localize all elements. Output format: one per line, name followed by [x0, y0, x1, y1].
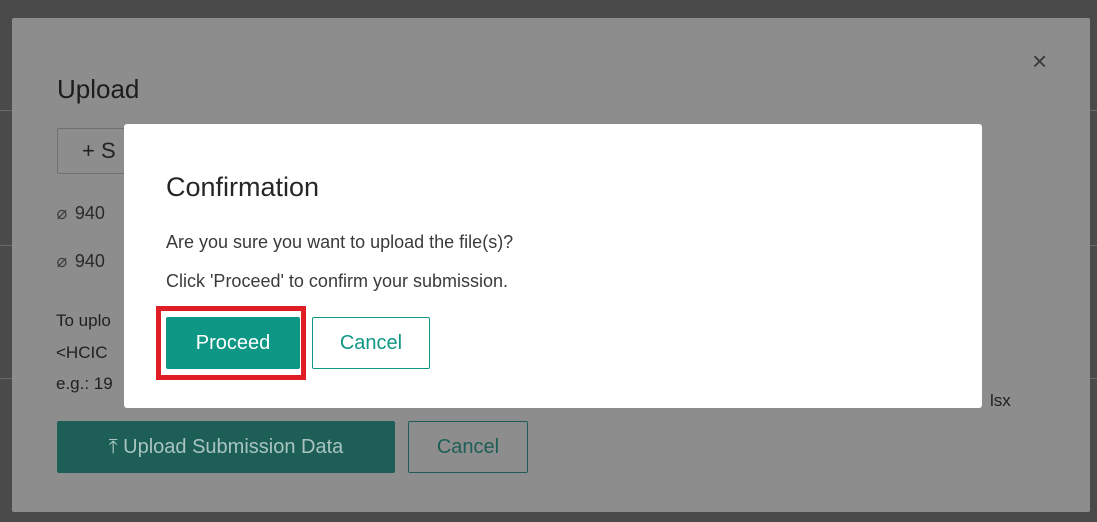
hint-text-tail: lsx: [990, 391, 1011, 410]
file-item: ⌀ 940: [56, 251, 105, 272]
hint-text: To uplo: [56, 311, 111, 330]
upload-cancel-button[interactable]: Cancel: [408, 421, 528, 473]
proceed-button[interactable]: Proceed: [166, 317, 300, 369]
confirmation-dialog: Confirmation Are you sure you want to up…: [124, 124, 982, 408]
cancel-button[interactable]: Cancel: [312, 317, 430, 369]
file-name: 940: [74, 203, 105, 223]
paperclip-icon: ⌀: [56, 251, 67, 271]
file-name: 940: [74, 251, 105, 271]
upload-submission-button[interactable]: ⤒ Upload Submission Data: [57, 421, 395, 473]
confirmation-message: Are you sure you want to upload the file…: [166, 232, 514, 252]
hint-text: <HCIC: [56, 343, 108, 362]
paperclip-icon: ⌀: [56, 203, 67, 223]
file-item: ⌀ 940: [56, 203, 105, 224]
confirmation-title: Confirmation: [166, 172, 320, 202]
upload-title: Upload: [57, 74, 140, 104]
hint-text: e.g.: 19: [56, 374, 113, 393]
close-icon[interactable]: ×: [1032, 48, 1047, 74]
confirmation-instruction: Click 'Proceed' to confirm your submissi…: [166, 271, 508, 291]
